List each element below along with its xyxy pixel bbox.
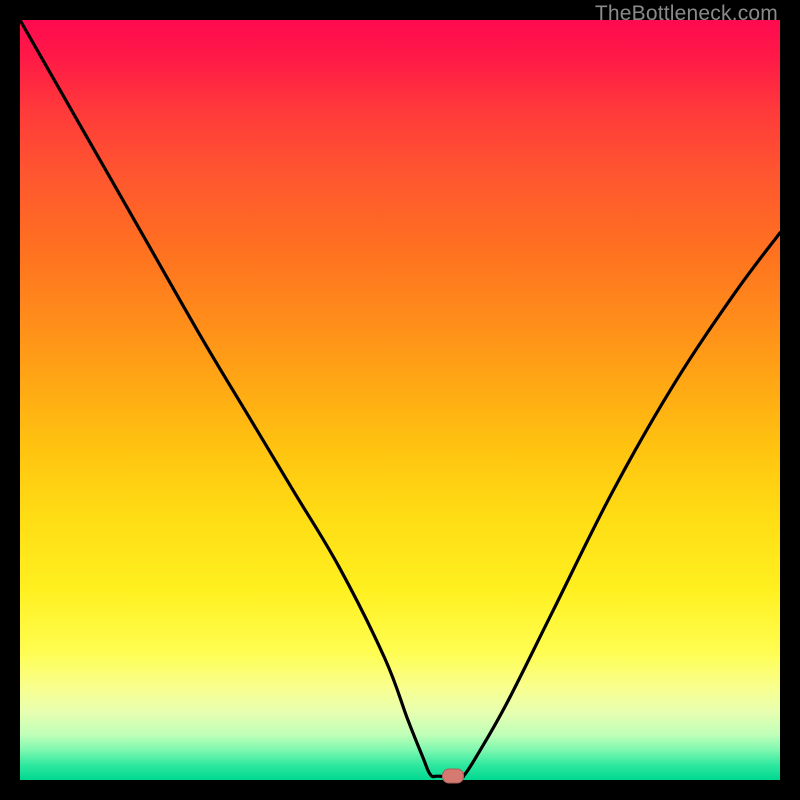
- curve-svg: [20, 20, 780, 780]
- optimal-point-marker: [442, 769, 464, 784]
- plot-area: [20, 20, 780, 780]
- chart-container: TheBottleneck.com: [0, 0, 800, 800]
- bottleneck-curve: [20, 20, 780, 777]
